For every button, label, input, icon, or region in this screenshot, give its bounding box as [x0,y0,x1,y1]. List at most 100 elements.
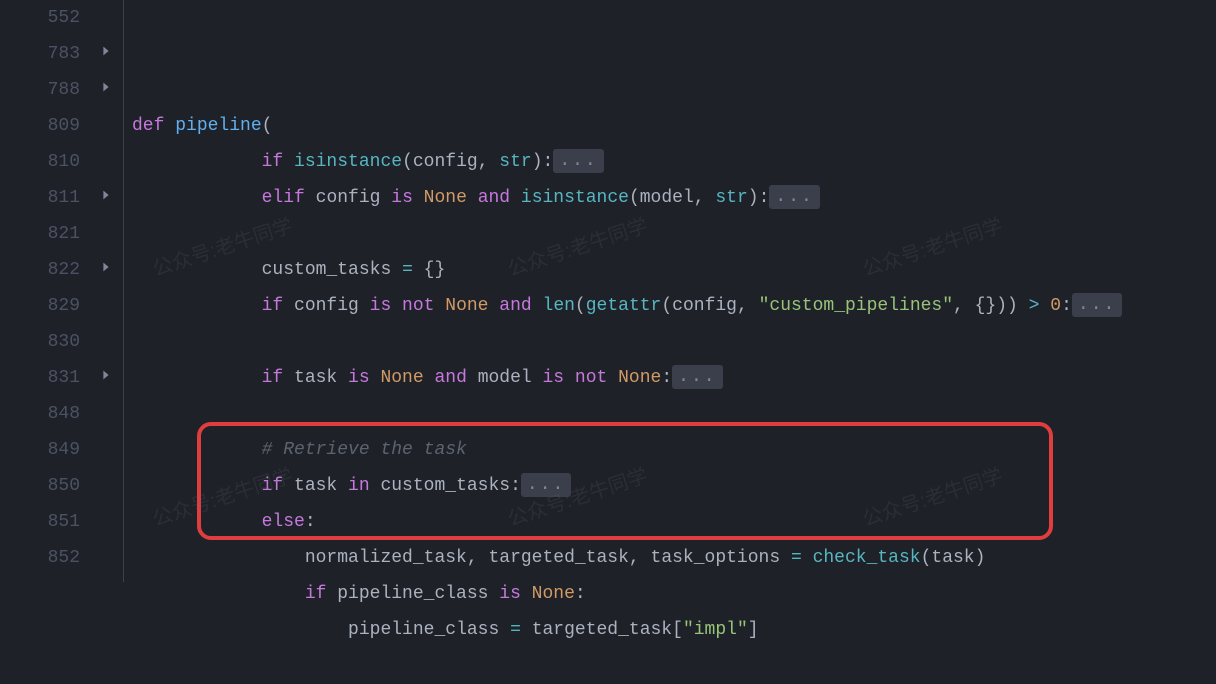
code-line[interactable]: if pipeline_class is None: [132,576,1216,612]
code-line[interactable]: elif config is None and isinstance(model… [132,180,1216,216]
code-line[interactable]: if task in custom_tasks:... [132,468,1216,504]
code-token: isinstance [521,188,629,208]
folded-code-marker[interactable]: ... [769,185,819,209]
line-number: 809 [0,108,80,144]
code-token: , [694,188,716,208]
line-number: 811 [0,180,80,216]
code-token: # Retrieve the task [262,440,467,460]
chevron-right-icon [99,360,113,396]
code-token: model [478,368,543,388]
fold-toggle[interactable] [88,180,123,216]
code-token: = [402,260,424,280]
code-token: isinstance [294,152,402,172]
line-number: 830 [0,324,80,360]
code-token: ( [661,296,672,316]
fold-spacer [88,144,123,180]
code-token: ( [402,152,413,172]
chevron-right-icon [99,36,113,72]
line-number: 852 [0,540,80,576]
fold-spacer [88,288,123,324]
code-token: ] [748,620,759,640]
fold-spacer [88,324,123,360]
code-token: is [391,188,423,208]
code-token: 0 [1050,296,1061,316]
fold-column [88,0,124,582]
code-token: ( [575,296,586,316]
code-token: is not [543,368,619,388]
code-line[interactable] [132,216,1216,252]
code-token: and [434,368,477,388]
code-token: {} [424,260,446,280]
code-token: if [262,152,294,172]
line-number: 850 [0,468,80,504]
code-token: getattr [586,296,662,316]
folded-code-marker[interactable]: ... [1072,293,1122,317]
code-token: None [532,584,575,604]
code-token: ( [262,116,273,136]
code-token: : [305,512,316,532]
code-token: targeted_task [532,620,672,640]
line-number: 831 [0,360,80,396]
code-token: ( [629,188,640,208]
code-token: and [499,296,542,316]
code-line[interactable]: pipeline_class = targeted_task["impl"] [132,612,1216,648]
line-number: 788 [0,72,80,108]
code-line[interactable] [132,324,1216,360]
code-line[interactable]: if config is not None and len(getattr(co… [132,288,1216,324]
code-token: : [510,476,521,496]
code-token: is [348,368,380,388]
code-token: pipeline_class [337,584,499,604]
code-token: check_task [813,548,921,568]
code-token: is not [370,296,446,316]
line-number: 822 [0,252,80,288]
fold-toggle[interactable] [88,252,123,288]
fold-spacer [88,468,123,504]
line-number: 849 [0,432,80,468]
code-token: > [1029,296,1051,316]
code-token: if [262,476,294,496]
fold-spacer [88,504,123,540]
code-token: : [661,368,672,388]
code-token: None [618,368,661,388]
line-number: 851 [0,504,80,540]
code-line[interactable]: normalized_task, targeted_task, task_opt… [132,540,1216,576]
code-token: def [132,116,175,136]
code-token: ): [748,188,770,208]
folded-code-marker[interactable]: ... [521,473,571,497]
code-token: "custom_pipelines" [759,296,953,316]
code-area[interactable]: def pipeline( if isinstance(config, str)… [124,0,1216,582]
fold-toggle[interactable] [88,360,123,396]
code-line[interactable]: custom_tasks = {} [132,252,1216,288]
fold-spacer [88,0,123,36]
code-line[interactable]: else: [132,504,1216,540]
code-token: None [380,368,434,388]
code-token: ): [532,152,554,172]
code-token: , [629,548,651,568]
line-number: 552 [0,0,80,36]
code-token: in [348,476,380,496]
code-line[interactable]: def pipeline( [132,108,1216,144]
code-token: , [478,152,500,172]
line-number: 829 [0,288,80,324]
code-token: is [499,584,531,604]
code-token: = [791,548,813,568]
code-token: len [543,296,575,316]
code-token: , [737,296,759,316]
code-token: None [445,296,499,316]
code-line[interactable]: if isinstance(config, str):... [132,144,1216,180]
fold-toggle[interactable] [88,72,123,108]
code-token: ( [921,548,932,568]
code-token: targeted_task [488,548,628,568]
chevron-right-icon [99,252,113,288]
code-token: , {})) [953,296,1029,316]
code-token: if [262,368,294,388]
code-token: if [305,584,337,604]
folded-code-marker[interactable]: ... [672,365,722,389]
fold-spacer [88,396,123,432]
code-line[interactable] [132,396,1216,432]
folded-code-marker[interactable]: ... [553,149,603,173]
fold-toggle[interactable] [88,36,123,72]
code-line[interactable] [132,648,1216,684]
code-line[interactable]: # Retrieve the task [132,432,1216,468]
code-line[interactable]: if task is None and model is not None:..… [132,360,1216,396]
